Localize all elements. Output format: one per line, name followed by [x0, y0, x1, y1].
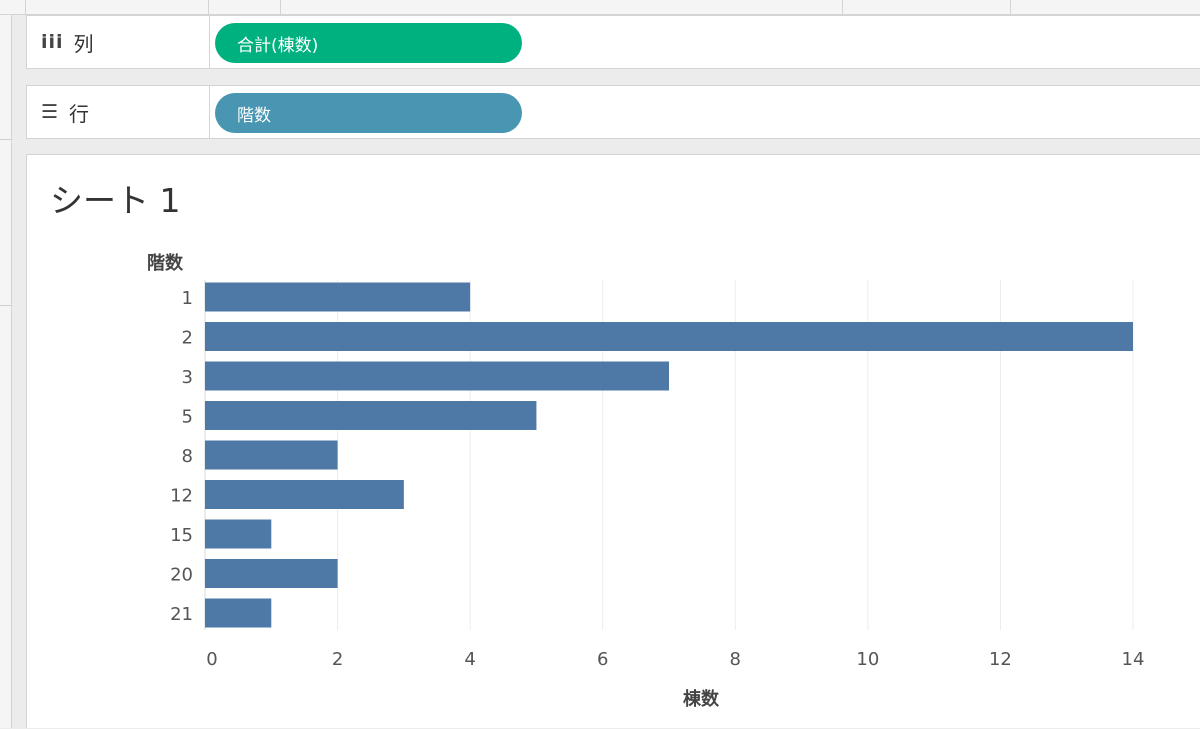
y-tick-label: 1 [182, 288, 193, 309]
worksheet-view[interactable]: シート 1 1 2 3 5 8 12 15 20 21 0 2 4 6 8 10 12 14 階数 棟数 [26, 154, 1200, 728]
y-tick-label: 20 [170, 565, 193, 586]
x-tick-label: 2 [332, 649, 343, 670]
rows-pill-label: 階数 [237, 105, 271, 126]
bar[interactable] [205, 519, 272, 549]
bar[interactable] [205, 361, 669, 391]
rows-shelf-text: 行 [69, 101, 90, 126]
bar[interactable] [205, 598, 272, 628]
x-tick-label: 8 [730, 649, 741, 670]
x-tick-label: 12 [989, 649, 1012, 670]
columns-shelf[interactable]: iii 列 合計(棟数) [26, 15, 1200, 69]
x-axis-title: 棟数 [683, 688, 720, 710]
columns-shelf-label: iii 列 [27, 16, 210, 68]
top-toolbar-strip [0, 0, 1200, 15]
x-tick-label: 10 [856, 649, 879, 670]
y-tick-label: 15 [170, 525, 193, 546]
x-tick-label: 4 [464, 649, 475, 670]
bar[interactable] [205, 322, 1133, 351]
rows-shelf-label: ☰ 行 [27, 86, 210, 138]
bar-chart[interactable]: 1235812152021 0 2 4 6 8 10 12 14 階数 棟数 [27, 155, 1200, 729]
x-tick-label: 6 [597, 649, 608, 670]
x-tick-label: 14 [1122, 649, 1145, 670]
bar[interactable] [205, 401, 537, 430]
y-tick-label: 3 [182, 367, 193, 388]
rows-pill[interactable]: 階数 [215, 93, 522, 133]
bar[interactable] [205, 440, 338, 470]
x-tick-label: 0 [206, 649, 217, 670]
y-tick-label: 12 [170, 486, 193, 507]
left-side-panel [0, 15, 12, 728]
y-tick-label: 5 [182, 407, 193, 428]
y-axis-title: 階数 [147, 252, 184, 274]
bar[interactable] [205, 282, 471, 312]
y-tick-label: 21 [170, 604, 193, 625]
columns-shelf-text: 列 [73, 31, 94, 56]
columns-pill[interactable]: 合計(棟数) [215, 23, 522, 63]
y-tick-label: 8 [182, 446, 193, 467]
columns-pill-label: 合計(棟数) [237, 35, 319, 56]
column-shelf-icon: iii [41, 31, 64, 53]
row-shelf-icon: ☰ [41, 101, 60, 123]
bar[interactable] [205, 559, 338, 588]
y-tick-label: 2 [182, 328, 193, 349]
bar[interactable] [205, 480, 404, 509]
rows-shelf[interactable]: ☰ 行 階数 [26, 85, 1200, 139]
